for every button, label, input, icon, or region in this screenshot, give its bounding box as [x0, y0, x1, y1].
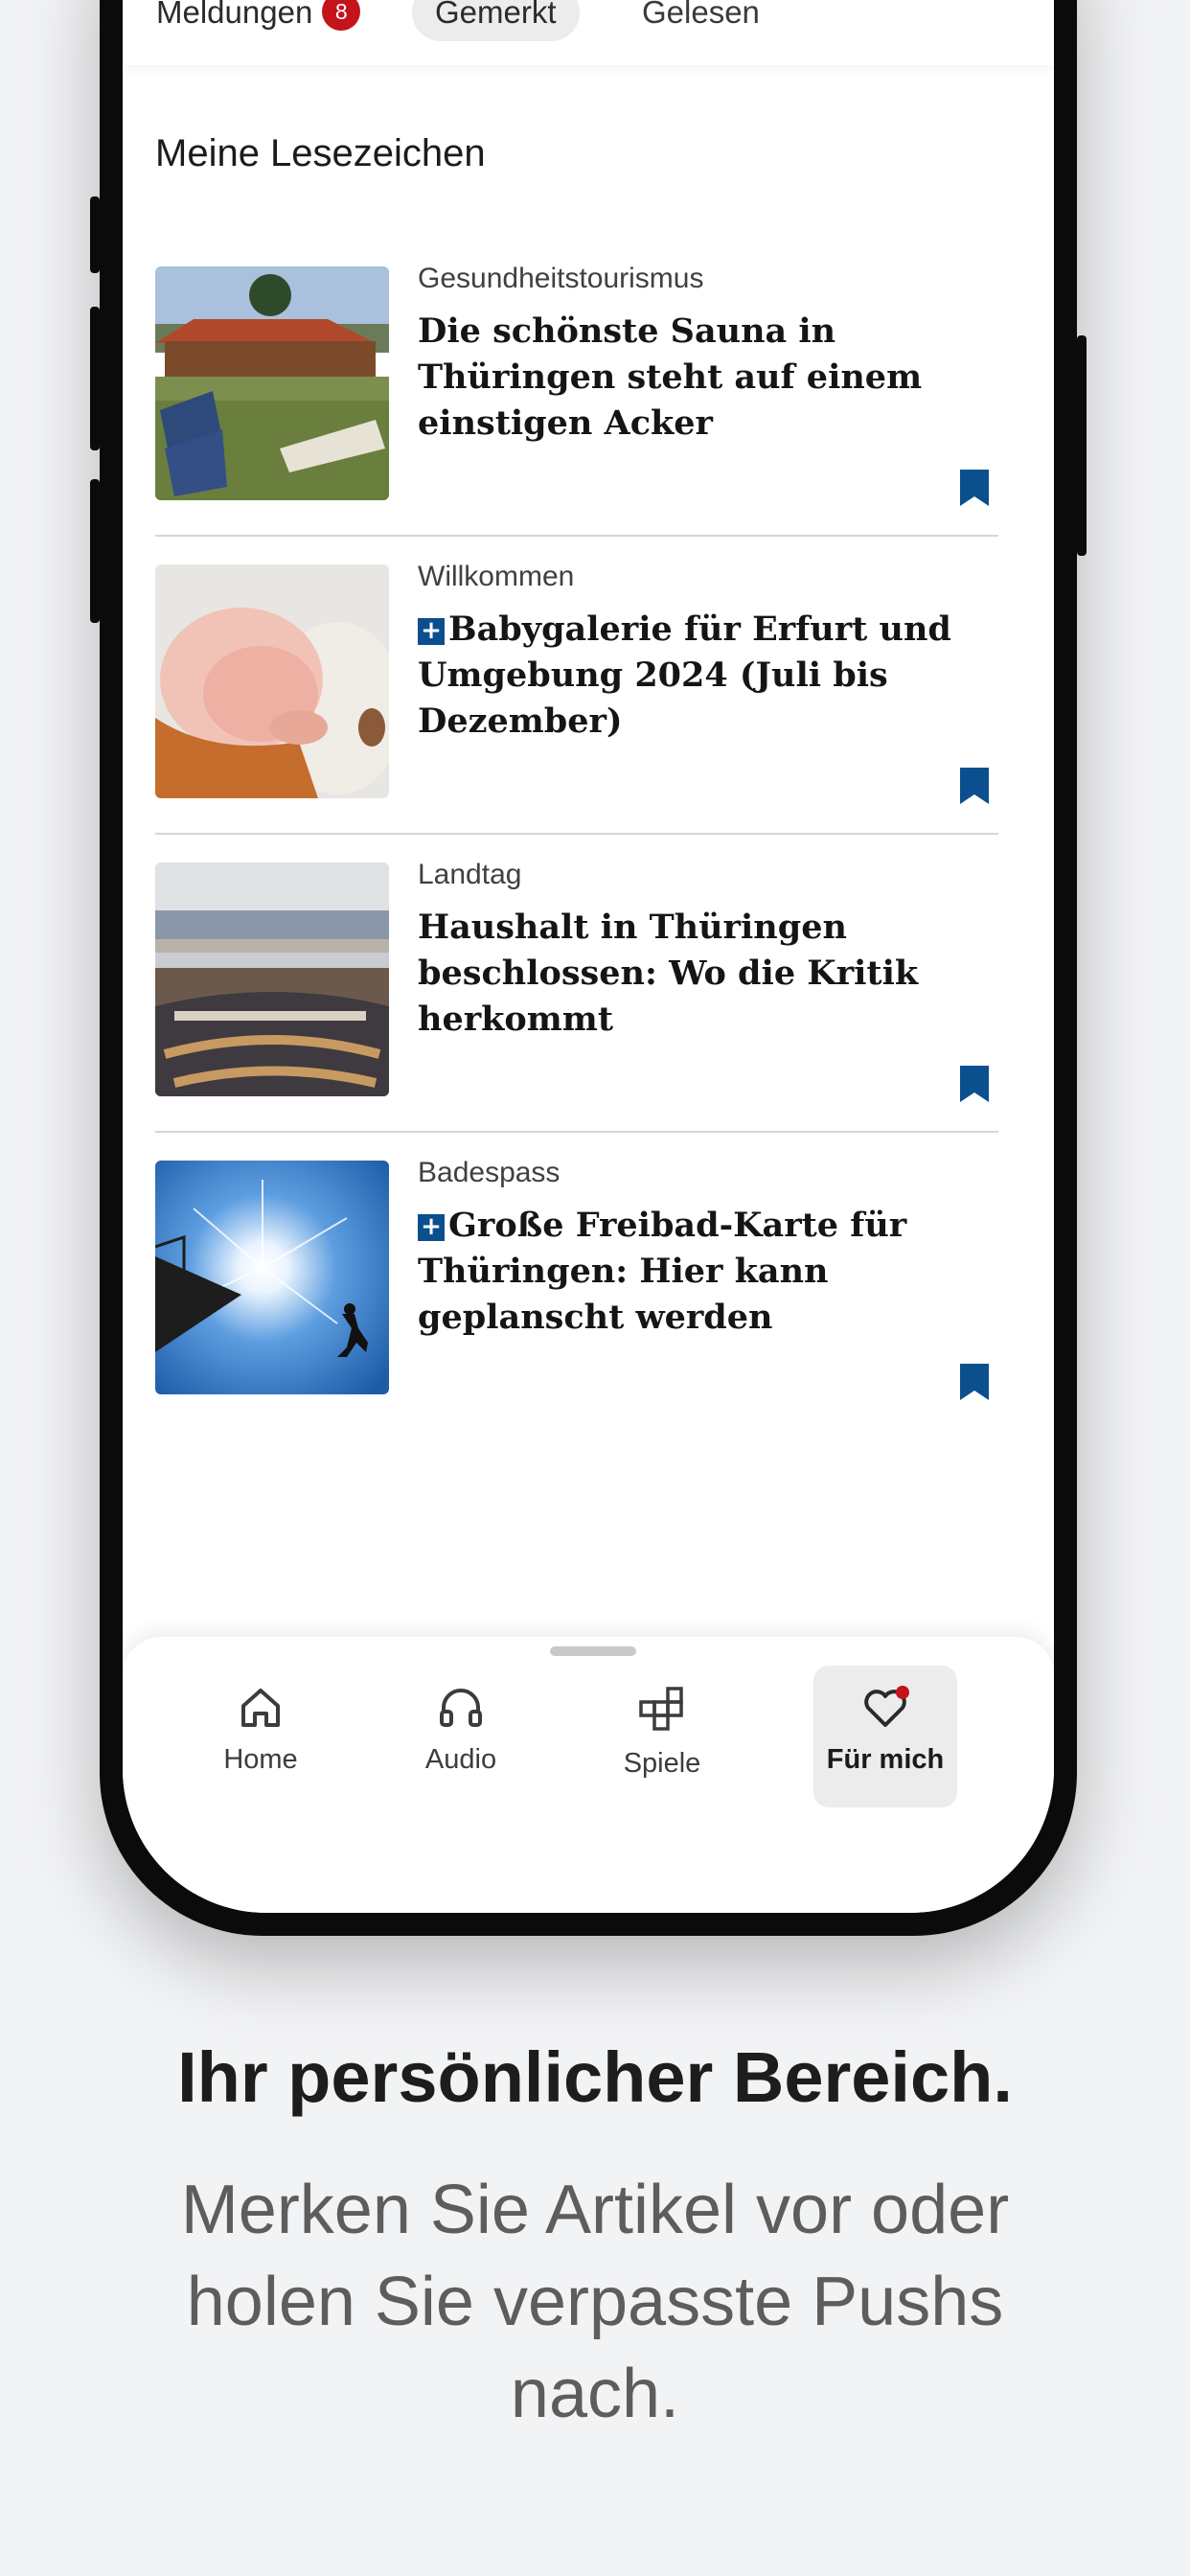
section-title: Meine Lesezeichen — [155, 132, 486, 174]
tab-gemerkt[interactable]: Gemerkt — [412, 0, 580, 41]
headphones-icon — [440, 1689, 482, 1727]
article-headline: Die schönste Sauna in Thüringen steht au… — [418, 309, 993, 447]
phone-power-button — [1077, 335, 1087, 556]
bottom-navigation: Home Audio Spiele Für mich — [123, 1637, 1054, 1913]
nav-audio[interactable]: Audio — [389, 1666, 533, 1807]
tab-gelesen[interactable]: Gelesen — [642, 0, 760, 41]
promo-title: Ihr persönlicher Bereich. — [177, 2037, 1013, 2117]
article-headline-text: Babygalerie für Erfurt und Umgebung 2024… — [418, 610, 951, 741]
divider — [155, 1131, 998, 1133]
article-headline: + Große Freibad-Karte für Thüringen: Hier… — [418, 1203, 993, 1341]
notification-count-badge: 8 — [322, 0, 361, 32]
article-headline-text: Haushalt in Thüringen beschlossen: Wo di… — [418, 908, 919, 1039]
top-tab-bar: Meldungen 8 Gemerkt Gelesen — [123, 0, 1054, 65]
bookmark-icon[interactable] — [960, 1364, 989, 1400]
article-thumbnail-freibad — [155, 1161, 389, 1394]
article-kicker: Badespass — [418, 1157, 561, 1188]
article-thumbnail-baby — [155, 564, 389, 798]
nav-fuer-mich[interactable]: Für mich — [813, 1666, 957, 1807]
heart-icon — [864, 1686, 909, 1727]
article-headline: + Babygalerie für Erfurt und Umgebung 202… — [418, 607, 993, 745]
nav-home-label: Home — [223, 1744, 298, 1775]
phone-volume-down — [90, 479, 100, 623]
app-screen: Meldungen 8 Gemerkt Gelesen Meine Lesezei… — [123, 0, 1054, 1913]
home-icon — [241, 1689, 280, 1727]
article-thumbnail-sauna — [155, 266, 389, 500]
article-kicker: Landtag — [418, 859, 522, 890]
phone-side-button — [90, 196, 100, 273]
article-card[interactable]: Willkommen + Babygalerie für Erfurt und U… — [155, 561, 998, 862]
nav-spiele-label: Spiele — [623, 1748, 701, 1779]
tab-meldungen[interactable]: Meldungen 8 — [156, 0, 361, 41]
article-headline-text: Die schönste Sauna in Thüringen steht au… — [418, 311, 923, 443]
article-thumbnail-landtag — [155, 862, 389, 1096]
article-card[interactable]: Landtag Haushalt in Thüringen beschlosse… — [155, 859, 998, 1160]
nav-audio-label: Audio — [424, 1744, 497, 1775]
phone-volume-up — [90, 307, 100, 450]
promo-subtitle: Merken Sie Artikel vor oder holen Sie ve… — [180, 2172, 1010, 2432]
drag-handle[interactable] — [550, 1646, 636, 1656]
article-card[interactable]: Gesundheitstourismus Die schönste Sauna … — [155, 263, 998, 564]
tab-meldungen-label: Meldungen — [156, 0, 313, 30]
bookmark-icon[interactable] — [960, 768, 989, 804]
article-kicker: Gesundheitstourismus — [418, 263, 704, 294]
article-headline: Haushalt in Thüringen beschlossen: Wo di… — [418, 905, 993, 1043]
bookmark-icon[interactable] — [960, 1066, 989, 1102]
nav-spiele[interactable]: Spiele — [590, 1666, 734, 1807]
article-card[interactable]: Badespass + Große Freibad-Karte für Thüri… — [155, 1157, 998, 1458]
nav-home[interactable]: Home — [189, 1666, 332, 1807]
divider — [155, 833, 998, 835]
article-kicker: Willkommen — [418, 561, 575, 592]
plus-icon: + — [418, 618, 445, 645]
article-headline-text: Große Freibad-Karte für Thüringen: Hier … — [418, 1206, 907, 1337]
phone-frame: Meldungen 8 Gemerkt Gelesen Meine Lesezei… — [90, 0, 1087, 1936]
puzzle-grid-icon — [639, 1687, 683, 1731]
bookmark-icon[interactable] — [960, 470, 989, 506]
divider — [155, 535, 998, 537]
plus-icon: + — [418, 1214, 445, 1241]
nav-fuer-mich-label: Für mich — [826, 1744, 945, 1775]
